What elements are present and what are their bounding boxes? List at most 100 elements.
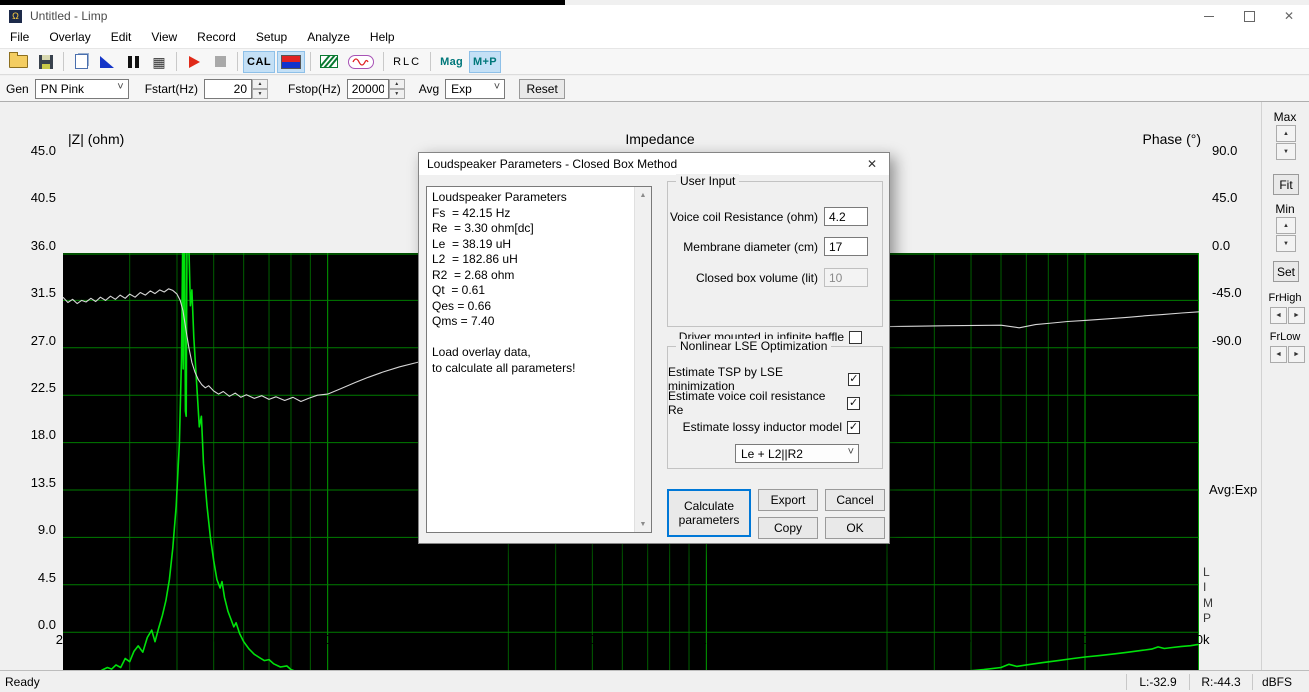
- reset-button[interactable]: Reset: [519, 79, 565, 99]
- limp-letter: I: [1203, 580, 1217, 594]
- magnitude-phase-view-button[interactable]: M+P: [469, 51, 501, 73]
- fstart-input[interactable]: [204, 79, 252, 99]
- start-record-button[interactable]: [182, 51, 206, 73]
- spinner-up-icon[interactable]: ▲: [1276, 125, 1296, 142]
- rlc-button[interactable]: RLC: [389, 51, 425, 73]
- menu-item-file[interactable]: File: [0, 27, 39, 48]
- maximize-button[interactable]: [1229, 5, 1269, 27]
- window-controls: ✕: [1189, 5, 1309, 27]
- x-tick: 1k: [684, 632, 728, 647]
- spinner-down-icon[interactable]: ▼: [389, 89, 405, 99]
- inductor-model-select[interactable]: Le + L2||R2 ˅: [735, 444, 859, 463]
- membrane-diameter-row: Membrane diameter (cm): [668, 237, 882, 256]
- pause-button[interactable]: [121, 51, 145, 73]
- calibrate-button[interactable]: CAL: [243, 51, 275, 73]
- dialog-close-button[interactable]: ✕: [855, 153, 889, 175]
- level-left: L:-32.9: [1126, 674, 1189, 690]
- x-tick: 2k: [798, 632, 842, 647]
- status-bar: Ready L:-32.9 R:-44.3 dBFS: [0, 670, 1309, 692]
- menu-item-record[interactable]: Record: [187, 27, 246, 48]
- arrow-left-icon[interactable]: ◄: [1270, 346, 1287, 363]
- fstart-spinner[interactable]: ▲▼: [252, 79, 268, 99]
- spinner-down-icon[interactable]: ▼: [1276, 143, 1296, 160]
- menu-item-overlay[interactable]: Overlay: [39, 27, 100, 48]
- avg-select[interactable]: Exp ˅: [445, 79, 505, 99]
- measurement-setup-button[interactable]: [316, 51, 342, 73]
- max-label: Max: [1262, 110, 1308, 124]
- export-button[interactable]: Export: [758, 489, 818, 511]
- x-tick: 500: [570, 632, 614, 647]
- voice-coil-resistance-input[interactable]: [824, 207, 868, 226]
- calculate-parameters-button[interactable]: Calculate parameters: [667, 489, 751, 537]
- rlc-label: RLC: [393, 56, 421, 68]
- app-icon-glyph: Ω: [12, 10, 19, 23]
- close-button[interactable]: ✕: [1269, 5, 1309, 27]
- background-color-button[interactable]: [95, 51, 119, 73]
- scroll-down-icon[interactable]: ▼: [635, 516, 651, 532]
- membrane-diameter-input[interactable]: [824, 237, 868, 256]
- y-right-tick: 0.0: [1212, 238, 1262, 253]
- results-scrollbar[interactable]: ▲ ▼: [634, 187, 651, 532]
- level-unit: dBFS: [1252, 674, 1301, 690]
- cancel-button[interactable]: Cancel: [825, 489, 885, 511]
- magnitude-view-button[interactable]: Mag: [436, 51, 467, 73]
- estimate-lossy-inductor-checkbox[interactable]: ✓: [847, 421, 860, 434]
- arrow-right-icon[interactable]: ►: [1288, 346, 1305, 363]
- y-left-tick: 0.0: [14, 617, 56, 632]
- signal-generator-button[interactable]: [344, 51, 378, 73]
- gen-label: Gen: [6, 82, 29, 96]
- copy-button-dialog[interactable]: Copy: [758, 517, 818, 539]
- set-button[interactable]: Set: [1273, 261, 1299, 282]
- menu-item-help[interactable]: Help: [360, 27, 405, 48]
- arrow-right-icon[interactable]: ►: [1288, 307, 1305, 324]
- fstop-input[interactable]: [347, 79, 389, 99]
- chevron-down-icon: ˅: [848, 446, 854, 458]
- menu-item-view[interactable]: View: [141, 27, 187, 48]
- copy-button[interactable]: [69, 51, 93, 73]
- menu-item-edit[interactable]: Edit: [101, 27, 142, 48]
- stop-record-button[interactable]: [208, 51, 232, 73]
- fstop-spinner[interactable]: ▲▼: [389, 79, 405, 99]
- minimize-button[interactable]: [1189, 5, 1229, 27]
- avg-value: Exp: [451, 82, 472, 96]
- arrow-left-icon[interactable]: ◄: [1270, 307, 1287, 324]
- dialog-title-bar[interactable]: Loudspeaker Parameters - Closed Box Meth…: [419, 153, 889, 175]
- max-spinner[interactable]: ▲▼: [1276, 125, 1296, 161]
- frlow-arrows[interactable]: ◄►: [1270, 346, 1306, 363]
- menu-item-setup[interactable]: Setup: [246, 27, 297, 48]
- generator-type-select[interactable]: PN Pink ˅: [35, 79, 129, 99]
- spinner-up-icon[interactable]: ▲: [252, 79, 268, 89]
- fit-button[interactable]: Fit: [1273, 174, 1299, 195]
- limp-letter: P: [1203, 611, 1217, 625]
- generator-level-button[interactable]: [277, 51, 305, 73]
- fstart-label: Fstart(Hz): [145, 82, 198, 96]
- open-file-button[interactable]: [5, 51, 32, 73]
- y-right-tick: 45.0: [1212, 190, 1262, 205]
- x-tick: 200: [420, 632, 464, 647]
- data-table-button[interactable]: ▦: [147, 51, 171, 73]
- save-file-button[interactable]: [34, 51, 58, 73]
- spinner-up-icon[interactable]: ▲: [1276, 217, 1296, 234]
- min-spinner[interactable]: ▲▼: [1276, 217, 1296, 253]
- inductor-model-value: Le + L2||R2: [741, 447, 803, 461]
- spinner-down-icon[interactable]: ▼: [252, 89, 268, 99]
- save-floppy-icon: [39, 55, 53, 69]
- menu-item-analyze[interactable]: Analyze: [297, 27, 360, 48]
- parameters-results-box[interactable]: Loudspeaker Parameters Fs = 42.15 Hz Re …: [426, 186, 652, 533]
- infinite-baffle-checkbox[interactable]: [849, 331, 862, 344]
- ok-button[interactable]: OK: [825, 517, 885, 539]
- spinner-down-icon[interactable]: ▼: [1276, 235, 1296, 252]
- estimate-re-checkbox[interactable]: ✓: [847, 397, 860, 410]
- frhigh-arrows[interactable]: ◄►: [1270, 307, 1306, 324]
- mp-label: M+P: [473, 56, 497, 68]
- generator-type-value: PN Pink: [41, 82, 84, 96]
- toolbar-separator: [237, 52, 238, 71]
- x-tick: 100: [306, 632, 350, 647]
- toolbar-separator: [383, 52, 384, 71]
- spinner-up-icon[interactable]: ▲: [389, 79, 405, 89]
- title-bar: Ω Untitled - Limp ✕: [0, 5, 1309, 27]
- toolbar: ▦ CAL RLC Mag M+P: [0, 48, 1309, 75]
- scroll-up-icon[interactable]: ▲: [635, 187, 651, 203]
- estimate-tsp-checkbox[interactable]: ✓: [848, 373, 860, 386]
- x-tick: 20k: [1177, 632, 1221, 647]
